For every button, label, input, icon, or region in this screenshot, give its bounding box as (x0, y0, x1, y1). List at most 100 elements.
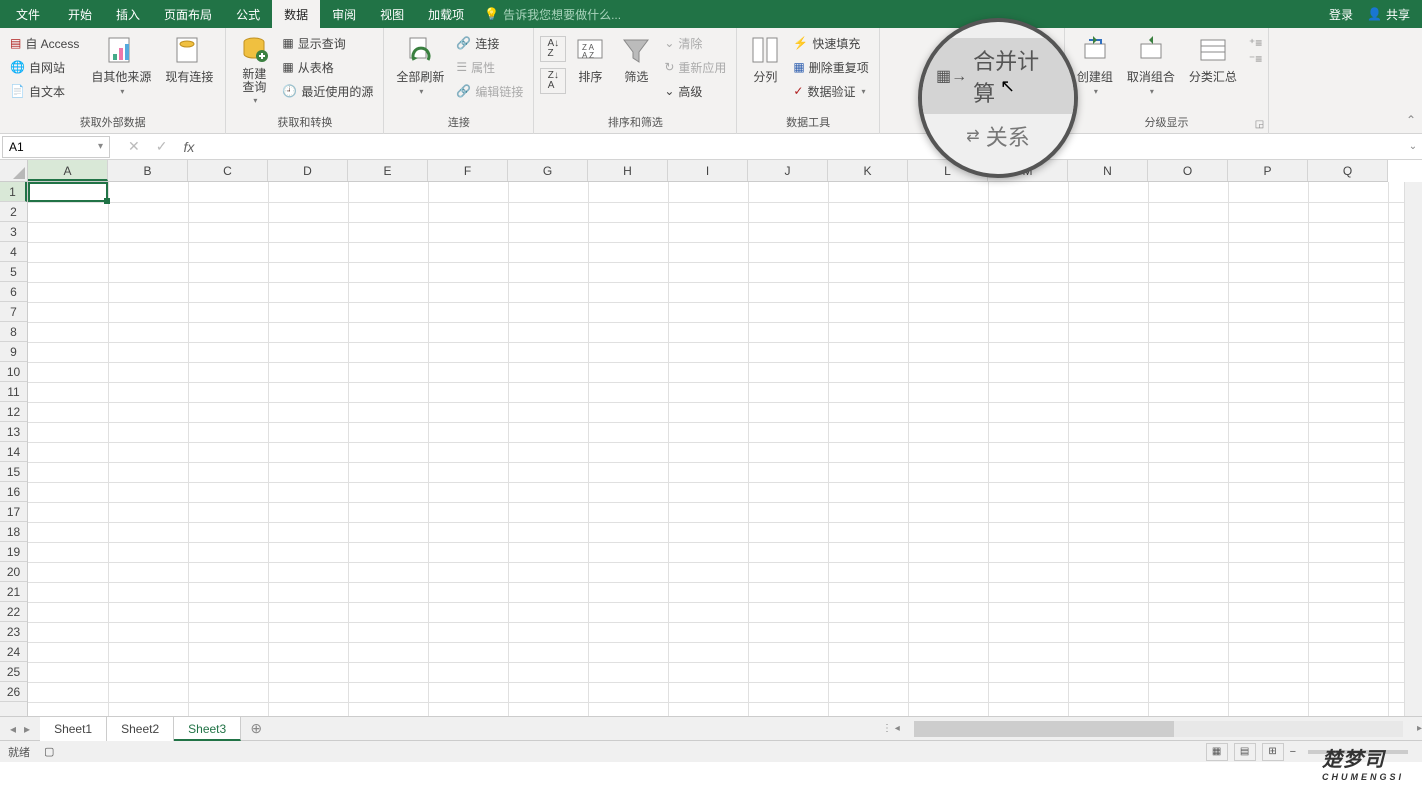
row-header[interactable]: 17 (0, 502, 27, 522)
row-header[interactable]: 20 (0, 562, 27, 582)
dialog-launcher-icon[interactable]: ◲ (1255, 119, 1264, 130)
select-all-corner[interactable] (0, 160, 28, 182)
tab-插入[interactable]: 插入 (104, 0, 152, 28)
col-header[interactable]: H (588, 160, 668, 181)
tell-me-search[interactable]: 💡 告诉我您想要做什么... (484, 6, 621, 23)
sheet-tab[interactable]: Sheet2 (107, 717, 174, 741)
from-text-button[interactable]: 📄自文本 (6, 80, 83, 102)
show-detail-icon[interactable]: ⁺≡ (1249, 36, 1262, 50)
sheet-tab[interactable]: Sheet1 (40, 717, 107, 741)
col-header[interactable]: B (108, 160, 188, 181)
recent-sources-button[interactable]: 🕘最近使用的源 (278, 80, 377, 102)
ungroup-button[interactable]: 取消组合 (1121, 32, 1181, 98)
flash-fill-button[interactable]: ⚡快速填充 (789, 32, 872, 54)
share-button[interactable]: 👤 共享 (1367, 6, 1410, 23)
zoom-out-icon[interactable]: − (1290, 746, 1296, 758)
from-access-button[interactable]: ▤自 Access (6, 32, 83, 54)
vertical-scrollbar[interactable] (1404, 182, 1422, 716)
row-header[interactable]: 21 (0, 582, 27, 602)
row-header[interactable]: 11 (0, 382, 27, 402)
col-header[interactable]: E (348, 160, 428, 181)
tab-公式[interactable]: 公式 (224, 0, 272, 28)
from-table-button[interactable]: ▦从表格 (278, 56, 377, 78)
col-header[interactable]: Q (1308, 160, 1388, 181)
login-button[interactable]: 登录 (1329, 6, 1353, 23)
row-header[interactable]: 23 (0, 622, 27, 642)
from-other-button[interactable]: 自其他来源 (85, 32, 157, 98)
row-header[interactable]: 4 (0, 242, 27, 262)
col-header[interactable]: D (268, 160, 348, 181)
sort-asc-button[interactable]: A↓Z (540, 36, 566, 62)
active-cell[interactable] (28, 182, 108, 202)
col-header[interactable]: K (828, 160, 908, 181)
cell-grid[interactable] (28, 182, 1422, 716)
row-header[interactable]: 16 (0, 482, 27, 502)
horizontal-scrollbar[interactable]: ⋮ ◂ ▸ (882, 721, 1422, 737)
col-header[interactable]: J (748, 160, 828, 181)
row-header[interactable]: 1 (0, 182, 27, 202)
tab-视图[interactable]: 视图 (368, 0, 416, 28)
row-header[interactable]: 14 (0, 442, 27, 462)
tab-加载项[interactable]: 加载项 (416, 0, 476, 28)
row-header[interactable]: 12 (0, 402, 27, 422)
sheet-tab[interactable]: Sheet3 (174, 717, 241, 741)
row-header[interactable]: 24 (0, 642, 27, 662)
text-to-columns-button[interactable]: 分列 (743, 32, 787, 87)
data-validation-button[interactable]: ✓数据验证 (789, 80, 872, 102)
col-header[interactable]: I (668, 160, 748, 181)
sort-button[interactable]: Z AA Z 排序 (568, 32, 612, 87)
page-break-view-icon[interactable]: ⊞ (1262, 743, 1284, 761)
tab-页面布局[interactable]: 页面布局 (152, 0, 224, 28)
row-header[interactable]: 8 (0, 322, 27, 342)
row-header[interactable]: 22 (0, 602, 27, 622)
row-header[interactable]: 15 (0, 462, 27, 482)
row-header[interactable]: 10 (0, 362, 27, 382)
row-header[interactable]: 2 (0, 202, 27, 222)
row-header[interactable]: 13 (0, 422, 27, 442)
existing-conn-button[interactable]: 现有连接 (159, 32, 219, 87)
tab-审阅[interactable]: 审阅 (320, 0, 368, 28)
sort-desc-button[interactable]: Z↓A (540, 68, 566, 94)
group-button[interactable]: 创建组 (1071, 32, 1119, 98)
advanced-filter-button[interactable]: ⌄高级 (660, 80, 730, 102)
hide-detail-icon[interactable]: ⁻≡ (1249, 52, 1262, 66)
normal-view-icon[interactable]: ▦ (1206, 743, 1228, 761)
tab-开始[interactable]: 开始 (56, 0, 104, 28)
name-box[interactable]: A1▾ (2, 136, 110, 158)
remove-duplicates-button[interactable]: ▦删除重复项 (789, 56, 872, 78)
collapse-ribbon-icon[interactable]: ⌃ (1406, 113, 1416, 127)
row-header[interactable]: 3 (0, 222, 27, 242)
col-header[interactable]: C (188, 160, 268, 181)
row-header[interactable]: 18 (0, 522, 27, 542)
tab-文件[interactable]: 文件 (0, 0, 56, 28)
from-web-button[interactable]: 🌐自网站 (6, 56, 83, 78)
col-header[interactable]: G (508, 160, 588, 181)
sheet-nav[interactable]: ◂▸ (0, 722, 40, 736)
new-query-button[interactable]: 新建 查询 (232, 32, 276, 107)
col-header[interactable]: A (28, 160, 108, 181)
fx-icon[interactable]: fx (175, 139, 202, 155)
row-header[interactable]: 7 (0, 302, 27, 322)
show-query-button[interactable]: ▦显示查询 (278, 32, 377, 54)
col-header[interactable]: P (1228, 160, 1308, 181)
col-header[interactable]: F (428, 160, 508, 181)
tab-数据[interactable]: 数据 (272, 0, 320, 28)
row-header[interactable]: 25 (0, 662, 27, 682)
add-sheet-button[interactable]: ⊕ (241, 720, 271, 737)
page-layout-view-icon[interactable]: ▤ (1234, 743, 1256, 761)
connections-button[interactable]: 🔗连接 (452, 32, 527, 54)
column-headers[interactable]: ABCDEFGHIJKLMNOPQ (28, 160, 1388, 182)
row-header[interactable]: 26 (0, 682, 27, 702)
row-header[interactable]: 9 (0, 342, 27, 362)
row-header[interactable]: 5 (0, 262, 27, 282)
macro-record-icon[interactable]: ▢ (44, 745, 54, 758)
formula-input[interactable] (210, 136, 1404, 158)
subtotal-button[interactable]: 分类汇总 (1183, 32, 1243, 87)
row-header[interactable]: 19 (0, 542, 27, 562)
filter-button[interactable]: 筛选 (614, 32, 658, 87)
refresh-all-button[interactable]: 全部刷新 (390, 32, 450, 98)
row-header[interactable]: 6 (0, 282, 27, 302)
row-headers[interactable]: 1234567891011121314151617181920212223242… (0, 182, 28, 716)
col-header[interactable]: O (1148, 160, 1228, 181)
expand-formula-icon[interactable]: ⌄ (1404, 141, 1422, 152)
